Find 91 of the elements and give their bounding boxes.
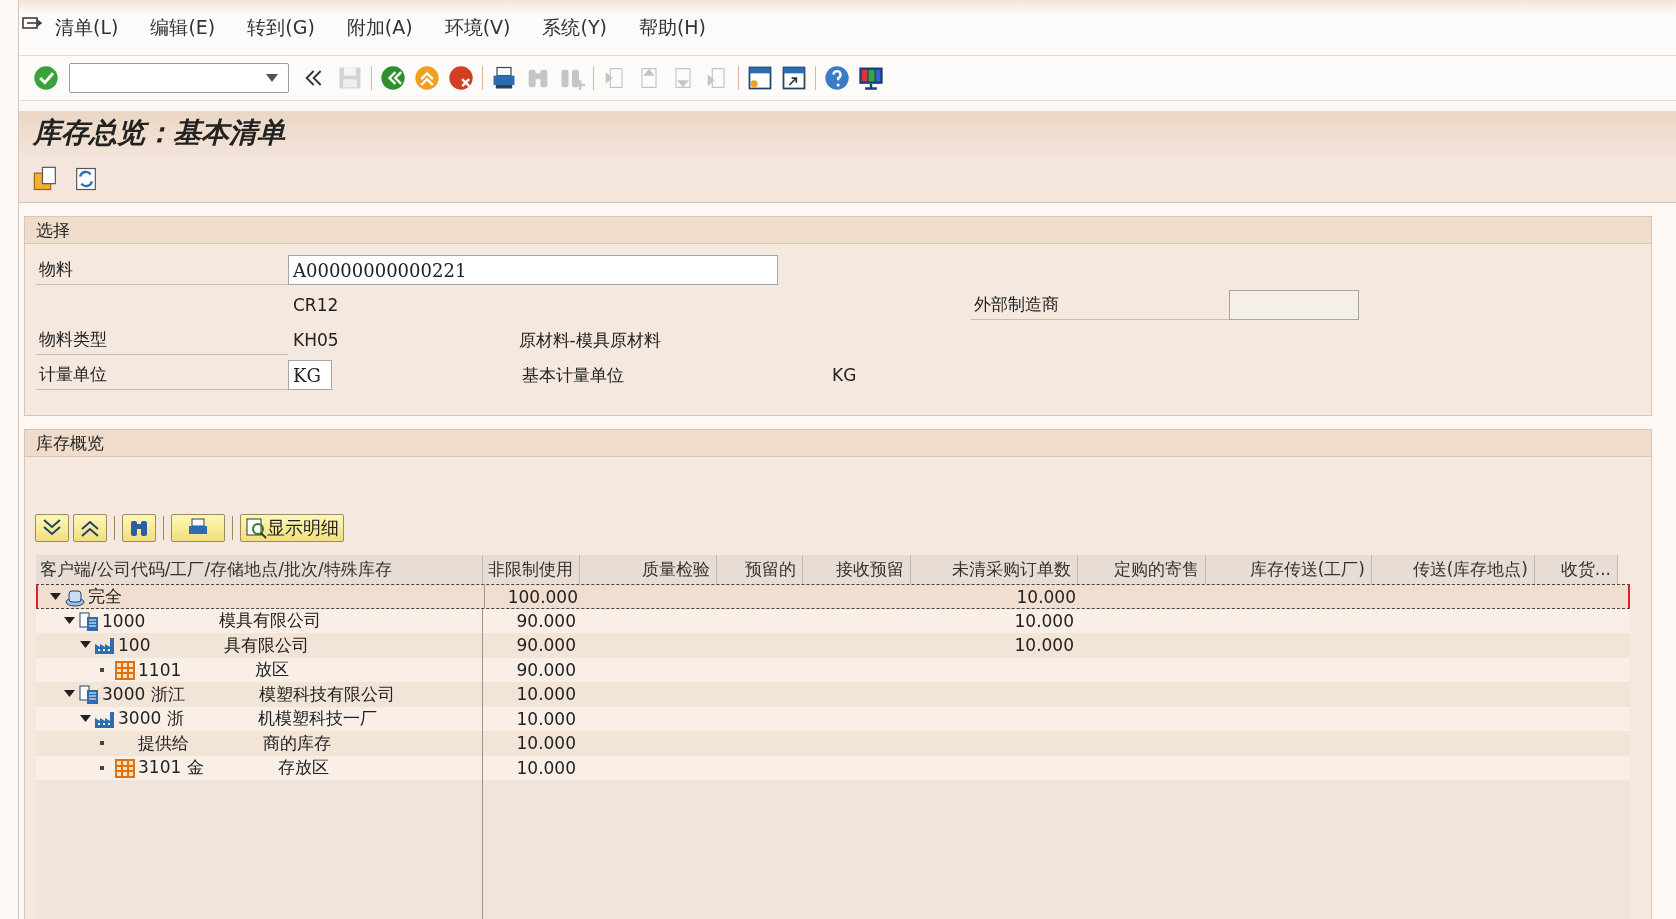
check-icon[interactable] (32, 64, 60, 92)
column-header[interactable]: 客户端/公司代码/工厂/存储地点/批次/特殊库存 (36, 555, 483, 584)
node-code: 100 (118, 635, 151, 656)
print-button[interactable] (171, 514, 225, 542)
column-header[interactable]: 接收预留 (803, 555, 911, 584)
menu-item[interactable]: 帮助(H) (638, 14, 707, 41)
column-header[interactable]: 未清采购订单数 (911, 555, 1078, 584)
column-header[interactable]: 库存传送(工厂) (1206, 555, 1372, 584)
node-code: 3000 浙 (118, 707, 184, 731)
node-name: 商的库存 (263, 731, 331, 755)
table-row[interactable]: 提供给 商的库存 10.000 (36, 731, 1630, 756)
table-row[interactable]: 3000 浙江 模塑科技有限公司 10.000 (36, 682, 1630, 707)
material-type-value: KH05 (292, 330, 339, 350)
expanded-arrow-icon[interactable] (50, 592, 61, 601)
expanded-arrow-icon[interactable] (80, 714, 91, 723)
menu-item[interactable]: 清单(L) (55, 14, 119, 41)
menu-item[interactable]: 编辑(E) (150, 14, 216, 41)
cancel-icon[interactable] (447, 64, 475, 92)
node-code: 提供给 (138, 731, 189, 755)
back-icon[interactable] (379, 64, 407, 92)
building-icon (78, 684, 100, 705)
page-title: 库存总览：基本清单 (19, 111, 1676, 155)
column-header[interactable]: 非限制使用 (483, 555, 580, 584)
shelf-icon (114, 659, 136, 680)
shortcut-icon[interactable] (780, 64, 808, 92)
table-row[interactable]: 1000 模具有限公司 90.000 10.000 (36, 608, 1630, 633)
field-label: 基本计量单位 (522, 363, 624, 387)
building-icon (78, 610, 100, 631)
group-title: 库存概览 (25, 430, 1651, 457)
material-field[interactable]: A00000000000221 (288, 255, 778, 285)
menu-item[interactable]: 系统(Y) (542, 14, 607, 41)
table-row[interactable]: 3000 浙 机模塑科技一厂 10.000 (36, 706, 1630, 731)
table-cell-text: 10.000 (1013, 609, 1075, 633)
collapse-all-button[interactable] (73, 514, 107, 542)
expand-all-button[interactable] (35, 514, 69, 542)
plant-code: CR12 (292, 295, 339, 315)
table-cell-text: 90.000 (515, 658, 577, 682)
command-field[interactable] (69, 63, 289, 93)
help-icon[interactable] (823, 64, 851, 92)
node-code: 3000 浙江 (102, 682, 185, 706)
binoculars-button[interactable] (122, 514, 156, 542)
table-cell-text: 90.000 (515, 609, 577, 633)
node-code: 1101 (138, 659, 182, 680)
node-name: 具有限公司 (224, 633, 310, 657)
group-title: 选择 (25, 217, 1651, 244)
table-cell-text: 90.000 (515, 634, 577, 658)
node-name: 放区 (255, 658, 290, 682)
table-cell-text: 10.000 (515, 732, 577, 756)
bullet-icon (100, 741, 104, 746)
node-name: 模具有限公司 (219, 609, 322, 633)
magnifier-icon (245, 517, 267, 539)
table-row[interactable]: 完全 100.000 10.000 (36, 584, 1630, 609)
dropdown-caret-icon (266, 74, 278, 82)
bullet-icon (100, 765, 104, 770)
expanded-arrow-icon[interactable] (64, 690, 75, 699)
column-header[interactable]: 传送(库存地点) (1372, 555, 1535, 584)
bullet-icon (100, 667, 104, 672)
node-name: 模塑科技有限公司 (258, 682, 395, 706)
node-name: 存放区 (277, 756, 329, 780)
node-name: 完全 (88, 585, 122, 608)
menu-item[interactable]: 附加(A) (346, 14, 413, 41)
node-code: 1000 (102, 610, 146, 631)
table-cell-text: 10.000 (515, 683, 577, 707)
node-code: 3101 金 (138, 756, 204, 780)
table-cell-text: 100.000 (506, 585, 579, 608)
menu-item[interactable]: 转到(G) (247, 14, 315, 41)
new-window-icon[interactable] (746, 64, 774, 92)
expanded-arrow-icon[interactable] (64, 616, 75, 625)
material-type-description: 原材料-模具原材料 (518, 328, 661, 352)
column-header[interactable]: 收货... (1535, 555, 1618, 584)
table-row[interactable]: 1101 放区 90.000 (36, 657, 1630, 682)
column-header[interactable]: 预留的 (717, 555, 803, 584)
factory-icon (94, 635, 116, 656)
table-row[interactable]: 3101 金 存放区 10.000 (36, 755, 1630, 780)
node-name: 机模塑科技一厂 (257, 707, 377, 731)
column-header[interactable]: 质量检验 (580, 555, 717, 584)
field-label: 物料类型 (36, 325, 288, 355)
menu-item[interactable]: 环境(V) (444, 14, 511, 41)
unit-field[interactable]: KG (288, 360, 332, 390)
table-cell-text: 10.000 (1013, 634, 1075, 658)
column-header[interactable]: 定购的寄售 (1078, 555, 1206, 584)
table-cell-text: 10.000 (515, 756, 577, 780)
field-label: 外部制造商 (971, 290, 1230, 320)
show-details-button[interactable]: 显示明细 (240, 514, 344, 542)
manufacturer-field[interactable] (1229, 290, 1360, 320)
table-cell-text: 10.000 (1015, 585, 1077, 608)
shelf-icon (114, 757, 136, 778)
base-unit-value: KG (832, 365, 857, 385)
table-row[interactable]: 100 具有限公司 90.000 10.000 (36, 633, 1630, 658)
expanded-arrow-icon[interactable] (80, 641, 91, 650)
table-cell-text: 10.000 (515, 707, 577, 731)
